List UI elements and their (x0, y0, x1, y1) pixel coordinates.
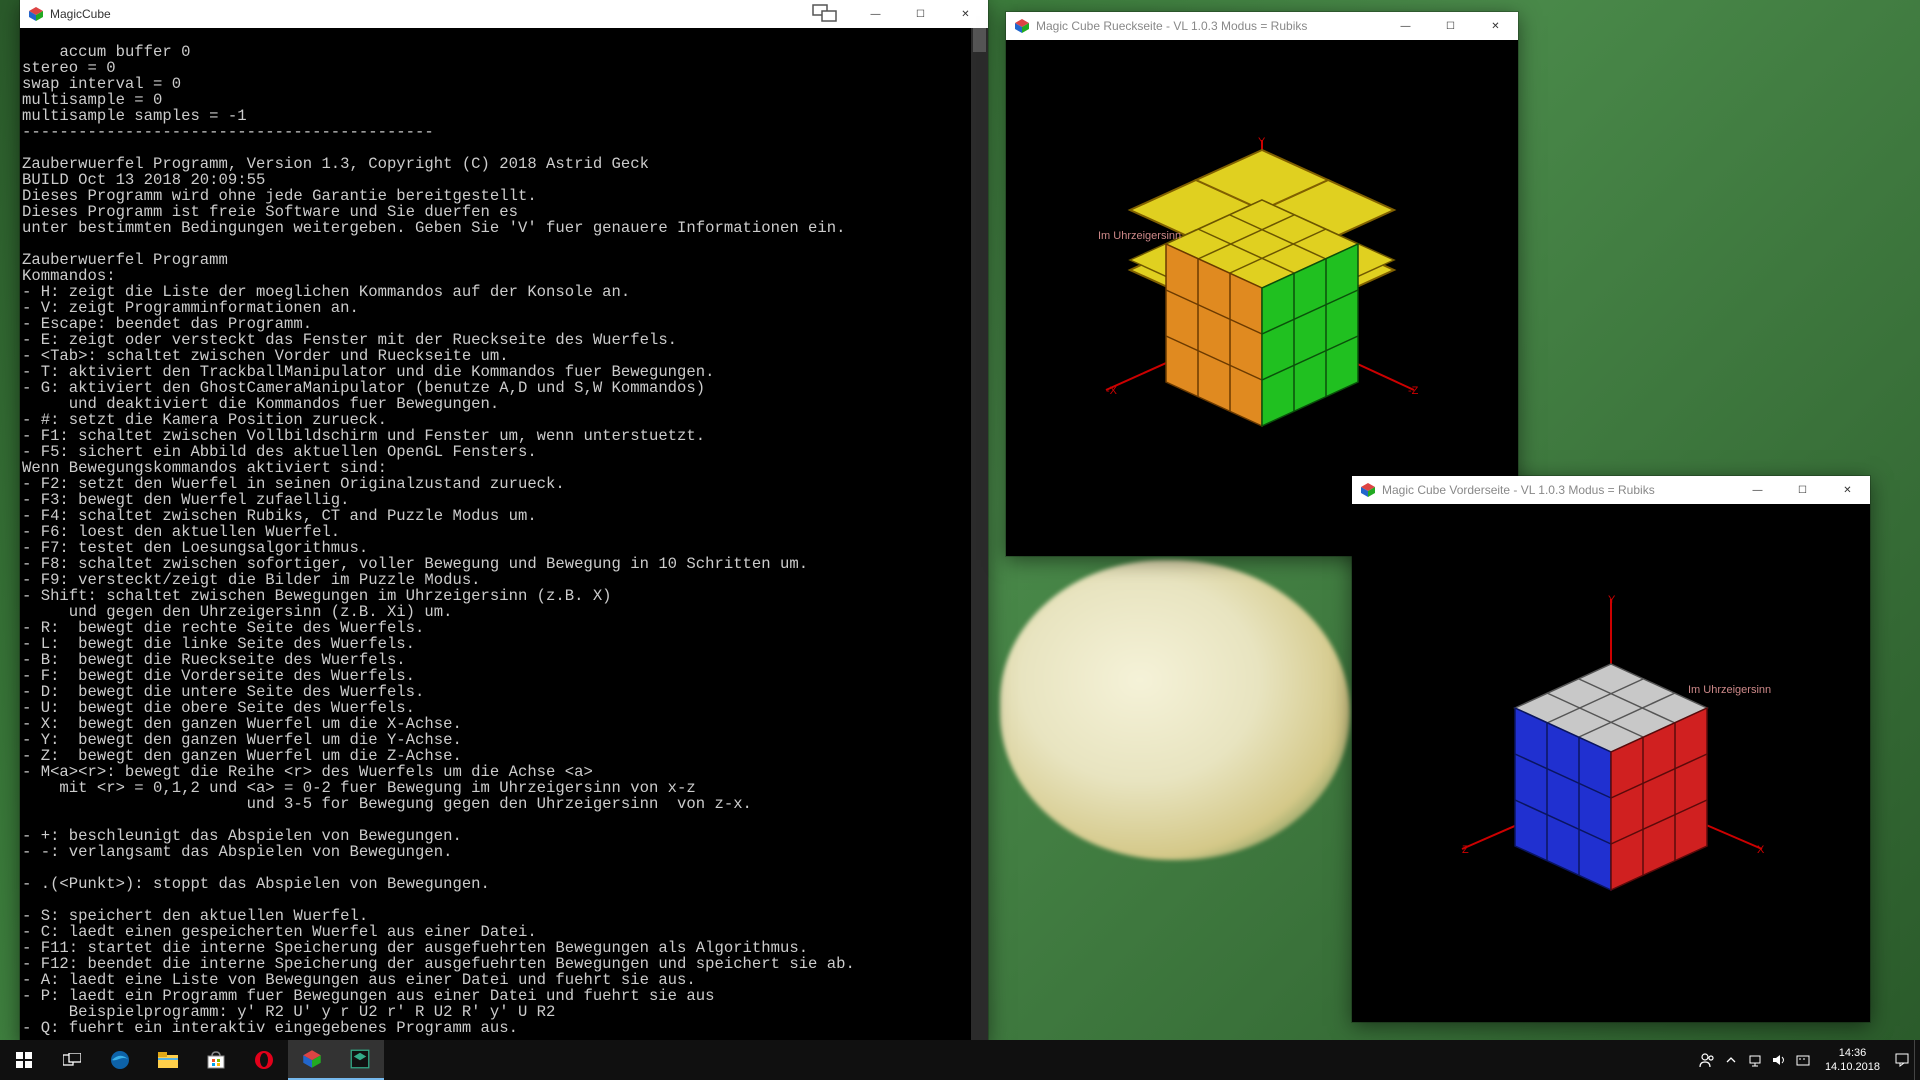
minimize-button[interactable]: — (1735, 476, 1780, 504)
taskbar-clock[interactable]: 14:36 14.10.2018 (1815, 1046, 1890, 1074)
rueck-titlebar[interactable]: Magic Cube Rueckseite - VL 1.0.3 Modus =… (1006, 12, 1518, 40)
axis-z-label: Z (1462, 844, 1469, 856)
clock-time: 14:36 (1825, 1046, 1880, 1060)
maximize-button[interactable]: ☐ (1428, 12, 1473, 40)
clock-date: 14.10.2018 (1825, 1060, 1880, 1074)
console-content[interactable]: accum buffer 0 stereo = 0 swap interval … (20, 28, 988, 1044)
rueck-title: Magic Cube Rueckseite - VL 1.0.3 Modus =… (1036, 19, 1383, 33)
vorder-caption: Im Uhrzeigersinn (1688, 684, 1771, 696)
minimize-button[interactable]: — (853, 0, 898, 28)
rueckseite-window: Magic Cube Rueckseite - VL 1.0.3 Modus =… (1006, 12, 1518, 556)
axis-x-label: X (1757, 844, 1764, 856)
network-icon[interactable] (1743, 1040, 1767, 1080)
close-button[interactable]: ✕ (943, 0, 988, 28)
task-view-button[interactable] (48, 1040, 96, 1080)
ime-icon[interactable] (1791, 1040, 1815, 1080)
magiccube-app-icon[interactable] (288, 1040, 336, 1080)
axis-x-label: -X (1106, 385, 1117, 397)
file-explorer-icon[interactable] (144, 1040, 192, 1080)
volume-icon[interactable] (1767, 1040, 1791, 1080)
edge-browser-icon[interactable] (96, 1040, 144, 1080)
scrollbar[interactable] (971, 28, 988, 1044)
cast-icon[interactable] (812, 4, 838, 24)
maximize-button[interactable]: ☐ (898, 0, 943, 28)
console-text: accum buffer 0 stereo = 0 swap interval … (22, 43, 855, 1037)
start-button[interactable] (0, 1040, 48, 1080)
vorder-scene (1352, 504, 1870, 1022)
vorderseite-window: Magic Cube Vorderseite - VL 1.0.3 Modus … (1352, 476, 1870, 1022)
taskbar: 14:36 14.10.2018 (0, 1040, 1920, 1080)
console-titlebar[interactable]: MagicCube — ☐ ✕ (20, 0, 988, 28)
close-button[interactable]: ✕ (1473, 12, 1518, 40)
axis-y-label: Y (1608, 594, 1615, 606)
tray-chevron-icon[interactable] (1719, 1040, 1743, 1080)
console-title: MagicCube (50, 7, 853, 21)
console-window: MagicCube — ☐ ✕ accum buffer 0 stereo = … (20, 0, 988, 1044)
action-center-icon[interactable] (1890, 1040, 1914, 1080)
rueck-caption: Im Uhrzeigersinn (1098, 230, 1181, 242)
opera-icon[interactable] (240, 1040, 288, 1080)
vorder-viewport[interactable]: Im Uhrzeigersinn Y Z X (1352, 504, 1870, 1022)
axis-z-label: -Z (1408, 385, 1418, 397)
people-icon[interactable] (1695, 1040, 1719, 1080)
app-icon (28, 6, 44, 22)
scrollbar-thumb[interactable] (973, 28, 986, 52)
maximize-button[interactable]: ☐ (1780, 476, 1825, 504)
vorder-title: Magic Cube Vorderseite - VL 1.0.3 Modus … (1382, 483, 1735, 497)
axis-y-label: Y (1258, 136, 1265, 148)
desktop-background-flower (1000, 560, 1350, 860)
vorder-titlebar[interactable]: Magic Cube Vorderseite - VL 1.0.3 Modus … (1352, 476, 1870, 504)
store-icon[interactable] (192, 1040, 240, 1080)
minimize-button[interactable]: — (1383, 12, 1428, 40)
magiccube-gl-icon[interactable] (336, 1040, 384, 1080)
app-icon (1360, 482, 1376, 498)
show-desktop-button[interactable] (1914, 1040, 1920, 1080)
close-button[interactable]: ✕ (1825, 476, 1870, 504)
app-icon (1014, 18, 1030, 34)
